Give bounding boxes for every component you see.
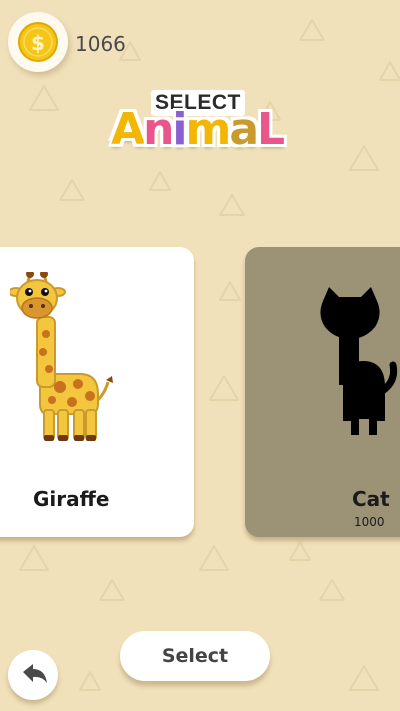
title-letter: i: [172, 104, 187, 155]
title-animal-text: AnimaL: [111, 104, 285, 156]
title-letter: L: [257, 104, 285, 155]
coin-badge: $: [8, 12, 68, 72]
animal-card-giraffe[interactable]: Giraffe: [0, 247, 194, 537]
title-letter: n: [143, 104, 174, 155]
svg-text:$: $: [31, 31, 45, 55]
animal-card-cat[interactable]: Cat 1000: [245, 247, 400, 537]
title-letter: a: [229, 104, 259, 155]
animal-name-giraffe: Giraffe: [33, 487, 110, 511]
back-button[interactable]: [8, 650, 58, 700]
animal-price-cat: 1000: [354, 515, 385, 529]
select-button[interactable]: Select: [120, 631, 270, 681]
coin-dollar-icon: $: [18, 22, 58, 62]
title-logo: SELECT AnimaL: [107, 90, 287, 160]
cat-silhouette-image: [320, 287, 398, 435]
title-letter: m: [185, 104, 231, 155]
animal-name-cat: Cat: [352, 487, 390, 511]
title-letter: A: [111, 104, 145, 155]
coin-count: 1066: [75, 32, 126, 56]
back-arrow-icon: [23, 664, 47, 683]
giraffe-image: [10, 272, 113, 441]
